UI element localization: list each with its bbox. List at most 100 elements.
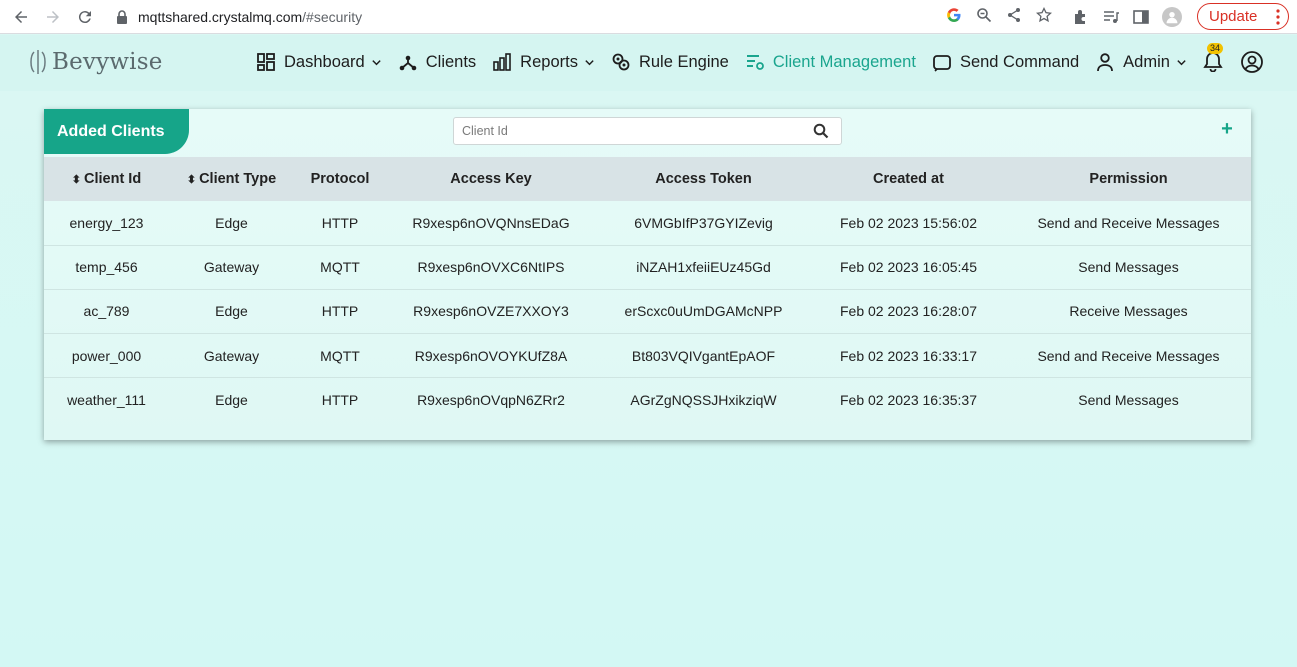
logo[interactable]: Bevywise: [28, 49, 163, 75]
reload-icon: [78, 10, 91, 23]
update-button[interactable]: Update: [1197, 3, 1289, 30]
cell-created-at: Feb 02 2023 16:35:37: [839, 392, 977, 409]
google-icon[interactable]: [946, 7, 962, 23]
cell-permission: Send and Receive Messages: [1037, 347, 1220, 364]
cell-client-type: Edge: [215, 392, 248, 409]
cell-client-id: energy_123: [69, 214, 144, 231]
menu-send-command[interactable]: Send Command: [932, 52, 1079, 72]
cell-access-token: AGrZgNQSSJHxikziqW: [630, 392, 777, 409]
admin-icon: [1097, 53, 1114, 72]
back-button[interactable]: [10, 6, 32, 28]
cell-permission: Receive Messages: [1069, 303, 1188, 320]
cell-access-token: iNZAH1xfeiiEUz45Gd: [636, 259, 771, 276]
side-panel-icon[interactable]: [1132, 8, 1150, 26]
reload-button[interactable]: [74, 6, 96, 28]
more-vert-icon: [1276, 9, 1280, 25]
column-header-client-id[interactable]: ⬍ Client Id: [44, 157, 169, 201]
notifications-button[interactable]: 34: [1202, 43, 1226, 74]
menu-dashboard-label: Dashboard: [284, 52, 365, 71]
column-header-protocol: Protocol: [310, 171, 370, 187]
client-id-search-input[interactable]: [454, 118, 813, 144]
user-account-icon[interactable]: [1240, 50, 1264, 74]
url-text: mqttshared.crystalmq.com/#security: [138, 9, 362, 25]
cell-client-id: weather_111: [67, 392, 146, 409]
cell-client-type: Gateway: [203, 347, 260, 364]
menu-admin[interactable]: Admin: [1095, 52, 1187, 72]
lock-icon: [117, 10, 127, 24]
add-client-button[interactable]: +: [1219, 119, 1235, 139]
profile-avatar[interactable]: [1162, 7, 1182, 27]
url-host: mqttshared.crystalmq.com: [138, 9, 303, 25]
column-header-access-token: Access Token: [655, 171, 752, 187]
zoom-icon[interactable]: [976, 7, 992, 23]
menu-reports[interactable]: Reports: [492, 52, 595, 72]
update-label: Update: [1209, 8, 1258, 25]
arrow-left-icon: [15, 10, 27, 23]
table-row[interactable]: energy_123 Edge HTTP R9xesp6nOVQNnsEDaG …: [44, 201, 1251, 246]
cell-access-key: R9xesp6nOVZE7XXOY3: [413, 303, 569, 320]
cell-permission: Send Messages: [1078, 392, 1179, 409]
menu-clients[interactable]: Clients: [398, 52, 476, 72]
client-search-box: [453, 117, 842, 145]
sort-icon: ⬍: [186, 174, 197, 186]
clients-icon: [399, 55, 417, 71]
cell-protocol: MQTT: [320, 347, 360, 364]
dashboard-icon: [257, 53, 275, 71]
column-label: Client Type: [199, 171, 277, 187]
cell-protocol: MQTT: [320, 259, 360, 276]
column-label: Client Id: [84, 171, 142, 187]
menu-admin-label: Admin: [1123, 52, 1170, 71]
forward-button[interactable]: [42, 6, 64, 28]
extensions-icon[interactable]: [1072, 8, 1090, 26]
notification-badge: 34: [1207, 43, 1224, 54]
cell-access-key: R9xesp6nOVXC6NtIPS: [417, 259, 565, 276]
reports-icon: [493, 53, 511, 71]
cell-access-token: erScxc0uUmDGAMcNPP: [624, 303, 783, 320]
menu-rule-engine-label: Rule Engine: [638, 52, 729, 71]
search-icon[interactable]: [813, 123, 829, 139]
rule-engine-icon: [612, 53, 630, 71]
chevron-down-icon: [585, 59, 594, 65]
cell-protocol: HTTP: [321, 303, 359, 320]
cell-permission: Send Messages: [1078, 259, 1179, 276]
cell-access-key: R9xesp6nOVQNnsEDaG: [412, 214, 570, 231]
address-bar[interactable]: mqttshared.crystalmq.com/#security: [106, 3, 1064, 31]
cell-protocol: HTTP: [321, 214, 359, 231]
person-icon: [1166, 11, 1178, 24]
cell-access-key: R9xesp6nOVqpN6ZRr2: [417, 392, 565, 409]
cell-created-at: Feb 02 2023 15:56:02: [839, 214, 977, 231]
cell-access-key: R9xesp6nOVOYKUfZ8A: [414, 347, 568, 364]
cell-created-at: Feb 02 2023 16:33:17: [839, 347, 977, 364]
url-path: /#security: [302, 9, 363, 25]
cell-client-id: ac_789: [83, 303, 130, 320]
added-clients-card: Added Clients + ⬍Client Id ⬍Client Type …: [44, 109, 1251, 440]
logo-mark-icon: [30, 50, 46, 74]
menu-rule-engine[interactable]: Rule Engine: [611, 52, 729, 72]
menu-client-management[interactable]: Client Management: [745, 52, 916, 72]
table-row[interactable]: ac_789 Edge HTTP R9xesp6nOVZE7XXOY3 erSc…: [44, 289, 1251, 334]
cell-created-at: Feb 02 2023 16:05:45: [839, 259, 977, 276]
arrow-right-icon: [47, 10, 59, 23]
menu-reports-label: Reports: [520, 52, 578, 71]
column-header-permission: Permission: [1089, 171, 1168, 187]
cell-permission: Send and Receive Messages: [1037, 214, 1220, 231]
cell-created-at: Feb 02 2023 16:28:07: [839, 303, 977, 320]
table-row[interactable]: power_000 Gateway MQTT R9xesp6nOVOYKUfZ8…: [44, 334, 1251, 378]
table-row[interactable]: temp_456 Gateway MQTT R9xesp6nOVXC6NtIPS…: [44, 245, 1251, 290]
share-icon[interactable]: [1006, 7, 1022, 23]
star-icon[interactable]: [1036, 7, 1052, 23]
clients-table: ⬍ Client Id ⬍ Client Type Protocol Access …: [44, 157, 1251, 422]
cell-client-type: Gateway: [203, 259, 260, 276]
menu-clients-label: Clients: [425, 52, 477, 71]
cell-client-id: temp_456: [75, 259, 138, 276]
cell-client-type: Edge: [215, 214, 248, 231]
table-row[interactable]: weather_111 Edge HTTP R9xesp6nOVqpN6ZRr2…: [44, 378, 1251, 422]
column-header-client-type[interactable]: ⬍ Client Type: [169, 157, 294, 201]
table-header-row: ⬍ Client Id ⬍ Client Type Protocol Access …: [44, 157, 1251, 201]
media-control-icon[interactable]: [1102, 8, 1120, 26]
menu-dashboard[interactable]: Dashboard: [256, 52, 382, 72]
cell-protocol: HTTP: [321, 392, 359, 409]
app-header: Bevywise Dashboard Clients Reports Rule …: [0, 35, 1297, 91]
main-menu: Dashboard Clients Reports Rule Engine Cl…: [256, 47, 1203, 77]
cell-client-id: power_000: [71, 347, 142, 364]
